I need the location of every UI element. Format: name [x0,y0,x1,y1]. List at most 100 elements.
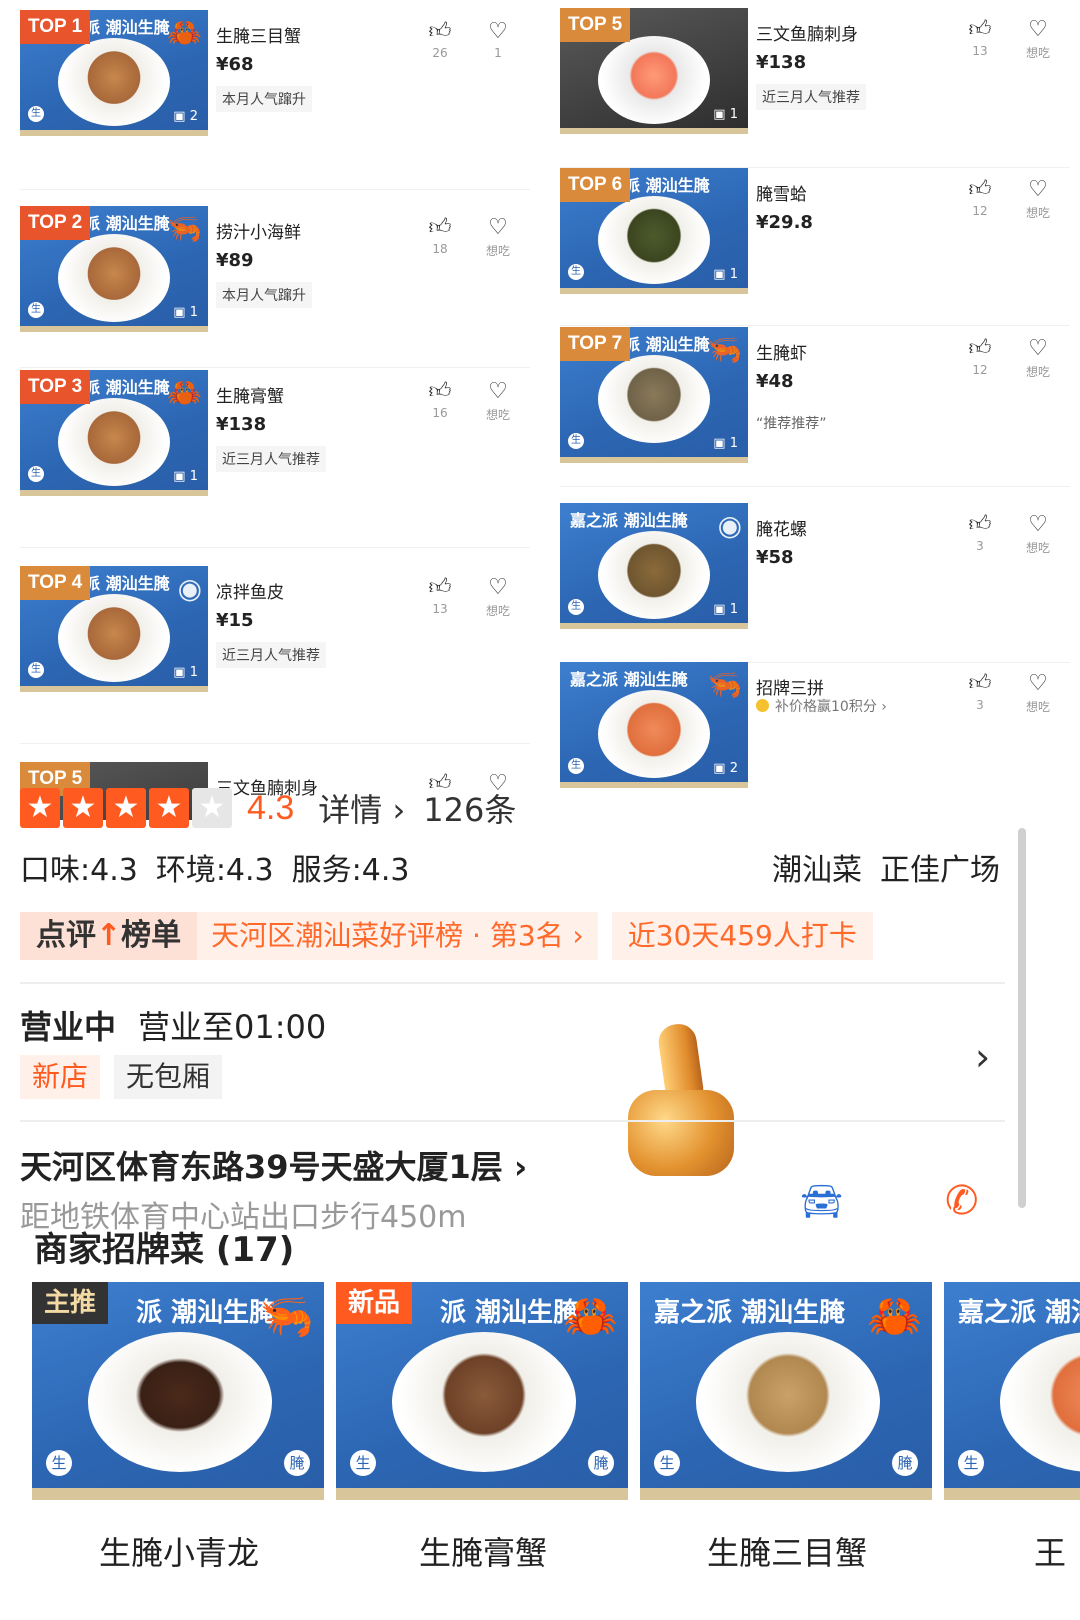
signature-dish-name: 生腌三目蟹 [706,1534,867,1572]
like-button[interactable]: 👍︎ 18 [425,214,455,256]
dish-photo [1000,1332,1080,1472]
business-area[interactable]: 正佳广场 [880,853,1000,888]
divider [20,189,530,190]
sheng-mark: 生 [350,1450,376,1476]
dish-price: ¥138 [756,52,807,73]
ranking-badge-text: 榜单 [121,918,182,953]
signature-dishes-carousel[interactable]: 派 潮汕生腌 🦐 生 腌 主推 生腌小青龙 派 潮汕生腌 🦀 生 腌 新品 生腌… [32,1282,1080,1620]
dish-tag: 近三月人气推荐 [756,84,866,110]
like-button[interactable]: 👍︎ 12 [965,335,995,377]
fist-shape [628,1090,734,1176]
dish-photo [58,234,170,322]
crab-icon: 🦀 [867,1291,922,1342]
cuisine-type[interactable]: 潮汕菜 [772,853,862,888]
car-icon[interactable]: 🚘︎ [800,1182,843,1222]
brand-logo: 嘉之派 潮汕生腌 [570,670,688,689]
dish-tag: 近三月人气推荐 [216,446,326,472]
dish-thumbnail[interactable]: 派 潮汕生腌 ◉ 生 ▣ 1 TOP 4 [20,566,208,692]
sheng-mark: 生 [28,466,44,482]
dish-photo [598,196,710,284]
rank-badge: TOP 1 [20,10,91,44]
dish-item[interactable]: 嘉之派 潮汕生腌 ◉ 生 ▣ 1 腌花螺 ¥58 👍︎ 3 ♡ 想吃 [560,503,1070,663]
dish-photo [88,1332,272,1472]
add-price-reward-link[interactable]: 补价格赢10积分 › [756,696,887,716]
dish-thumbnail[interactable]: 嘉之派 潮汕生腌 🦐 生 ▣ 2 [560,662,748,788]
dish-item[interactable]: 派 潮汕生腌 生 ▣ 1 TOP 6 腌雪蛤 ¥29.8 👍︎ 12 ♡ 想吃 [560,168,1070,326]
dish-thumbnail[interactable]: 派 潮汕生腌 🦀 生 ▣ 1 TOP 3 [20,370,208,496]
dish-tag: 近三月人气推荐 [216,642,326,668]
cuisine-area: 潮汕菜 正佳广场 [754,845,1000,889]
want-button[interactable]: ♡ 想吃 [478,574,518,619]
like-button[interactable]: 👍︎ 3 [965,670,995,712]
no-private-room-tag: 无包厢 [114,1055,223,1099]
like-button[interactable]: 👍︎ 3 [965,511,995,553]
heart-plus-icon: ♡ [1028,512,1048,537]
dish-item[interactable]: 派 潮汕生腌 🦐 生 ▣ 1 TOP 7 生腌虾 ¥48 “推荐推荐” 👍︎ 12… [560,327,1070,487]
dish-item[interactable]: 派 潮汕生腌 🦐 生 ▣ 1 TOP 2 捞汁小海鲜 ¥89 本月人气蹿升 👍︎… [20,206,530,368]
review-count[interactable]: 126条 [423,785,516,831]
signature-dish-card[interactable]: 派 潮汕生腌 🦐 生 腌 主推 生腌小青龙 [32,1282,326,1574]
shrimp-icon: 🦐 [707,668,742,701]
dish-column-left: 派 潮汕生腌 🦀 生 ▣ 2 TOP 1 生腌三目蟹 ¥68 本月人气蹿升 👍︎… [20,0,540,820]
ranking-banner[interactable]: 点评↑榜单 天河区潮汕菜好评榜 · 第3名 › 近30天459人打卡 [20,912,873,960]
business-hours[interactable]: 营业中 营业至01:00 [20,1002,326,1048]
dish-photo [598,531,710,619]
dish-item[interactable]: 嘉之派 潮汕生腌 🦐 生 ▣ 2 招牌三拼 补价格赢10积分 › 👍︎ 3 ♡ 想吃 [560,662,1070,812]
sheng-mark: 生 [568,433,584,449]
like-button[interactable]: 👍︎ 12 [965,176,995,218]
want-button[interactable]: ♡ 想吃 [478,214,518,259]
chevron-right-icon[interactable]: › [975,1035,990,1079]
dish-photo [696,1332,880,1472]
want-button[interactable]: ♡ 想吃 [1018,511,1058,556]
want-button[interactable]: ♡ 想吃 [1018,176,1058,221]
like-button[interactable]: 👍︎ 13 [425,574,455,616]
want-button[interactable]: ♡ 想吃 [1018,335,1058,380]
like-button[interactable]: 👍︎ 13 [965,16,995,58]
dish-name: 凉拌鱼皮 [216,583,284,603]
brand-logo: 派 潮汕生腌 [136,1298,276,1328]
signature-dish-card[interactable]: 嘉之派 潮汕生腌 🦀 生 腌 生腌三目蟹 [640,1282,934,1574]
image-count: ▣ 2 [713,761,738,776]
heart-plus-icon: ♡ [488,575,508,600]
scrollbar[interactable] [1018,828,1026,1208]
phone-icon[interactable]: ✆ [945,1178,979,1224]
shop-address[interactable]: 天河区体育东路39号天盛大厦1层 › [20,1142,527,1188]
dish-item[interactable]: 派 潮汕生腌 ◉ 生 ▣ 1 TOP 4 凉拌鱼皮 ¥15 近三月人气推荐 👍︎… [20,566,530,744]
like-count: 18 [432,242,448,256]
checkin-badge[interactable]: 近30天459人打卡 [611,912,873,960]
thumbs-up-outline-icon: 👍︎ [968,671,992,696]
dish-thumbnail[interactable]: 派 潮汕生腌 🦐 生 ▣ 1 TOP 7 [560,327,748,463]
like-count: 3 [976,698,984,712]
sheng-mark: 生 [568,264,584,280]
signature-dish-card[interactable]: 派 潮汕生腌 🦀 生 腌 新品 生腌膏蟹 [336,1282,630,1574]
dish-photo [58,398,170,486]
dish-thumbnail[interactable]: ▣ 1 TOP 5 [560,8,748,134]
dish-thumbnail[interactable]: 嘉之派 潮汕生腌 ◉ 生 ▣ 1 [560,503,748,629]
dish-name: 捞汁小海鲜 [216,223,301,243]
crab-icon: 🦀 [563,1291,618,1342]
dish-item[interactable]: 派 潮汕生腌 🦀 生 ▣ 1 TOP 3 生腌膏蟹 ¥138 近三月人气推荐 👍… [20,370,530,548]
heart-plus-icon: ♡ [1028,17,1048,42]
signature-dishes-title[interactable]: 商家招牌菜 (17) [34,1222,294,1271]
divider [20,1120,1005,1122]
want-button[interactable]: ♡ 想吃 [1018,670,1058,715]
dish-thumbnail[interactable]: 派 潮汕生腌 🦐 生 ▣ 1 TOP 2 [20,206,208,332]
dish-price: ¥58 [756,547,794,568]
service-score: 服务:4.3 [291,853,410,888]
dish-name: 腌花螺 [756,520,807,540]
thumbs-up-outline-icon: 👍︎ [428,575,452,600]
ranking-text[interactable]: 天河区潮汕菜好评榜 · 第3名 › [197,912,598,960]
dish-thumbnail[interactable]: 派 潮汕生腌 生 ▣ 1 TOP 6 [560,168,748,294]
dish-item[interactable]: ▣ 1 TOP 5 三文鱼腩刺身 ¥138 近三月人气推荐 👍︎ 13 ♡ 想吃 [560,8,1070,168]
image-count: ▣ 1 [173,665,198,680]
star-empty-icon: ★ [192,788,232,828]
rank-badge: TOP 2 [20,206,91,240]
details-link[interactable]: 详情 › [318,785,405,831]
want-button[interactable]: ♡ 想吃 [1018,16,1058,61]
rating-row[interactable]: ★ ★ ★ ★ ★ 4.3 详情 › 126条 [20,786,516,830]
shop-tags: 新店 无包厢 [20,1055,236,1099]
like-button[interactable]: 👍︎ 16 [425,378,455,420]
divider [20,367,530,368]
want-button[interactable]: ♡ 想吃 [478,378,518,423]
signature-dish-card[interactable]: 嘉之派 潮汕生腌 生 王 [944,1282,1080,1574]
